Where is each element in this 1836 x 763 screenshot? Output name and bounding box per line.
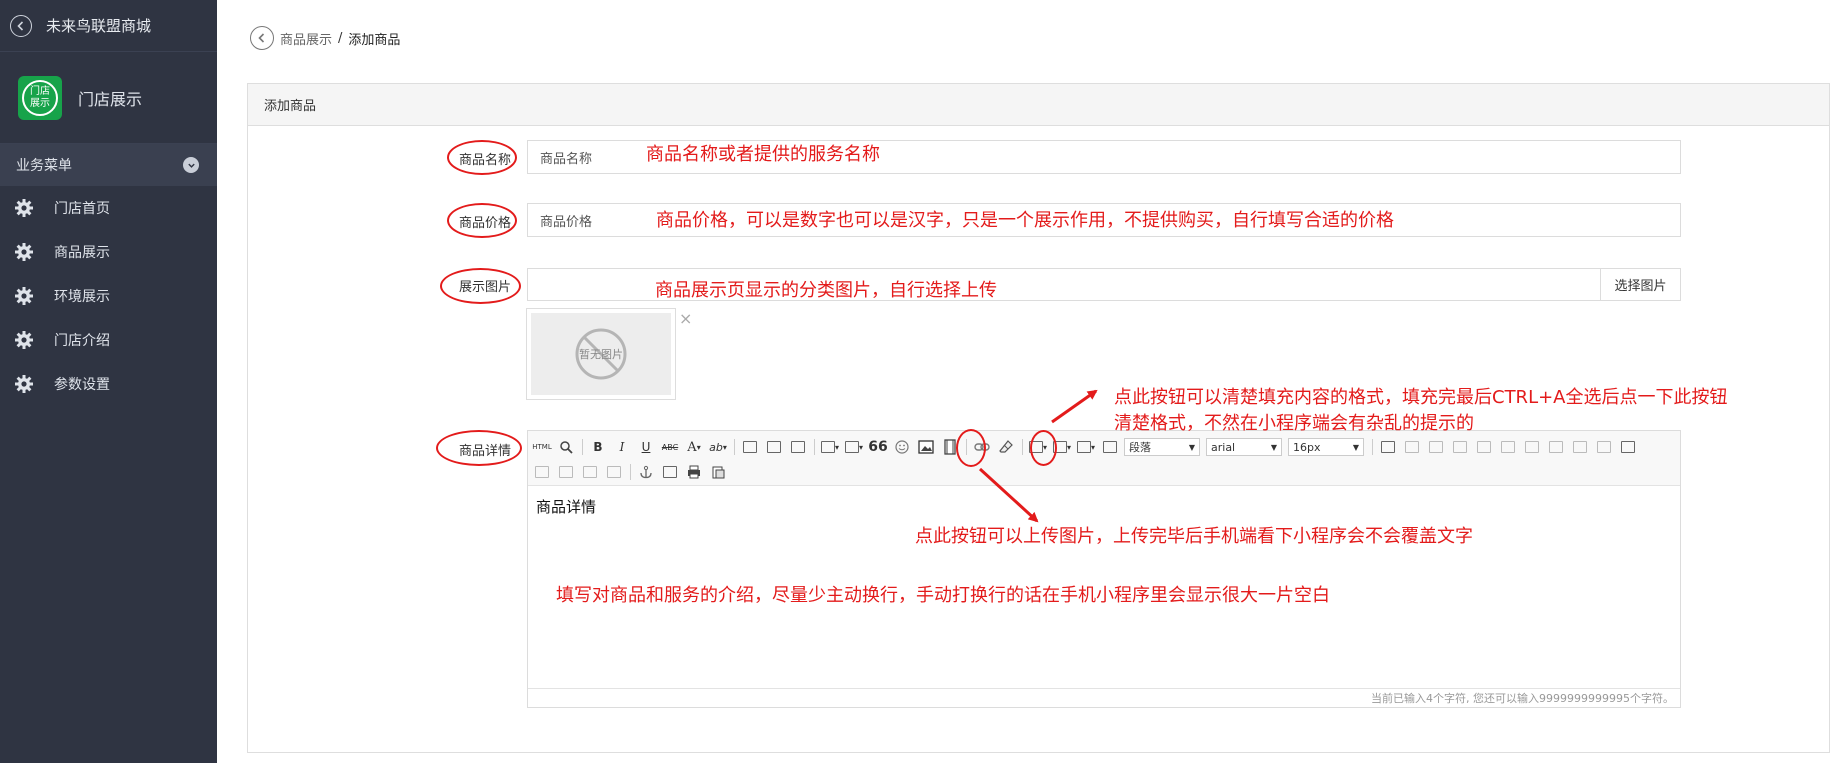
annotation-clear-format: 点此按钮可以清楚填充内容的格式，填充完最后CTRL+A全选后点一下此按钮 清楚格… [1114,385,1728,437]
annotation-clear-format-line-1: 点此按钮可以清楚填充内容的格式，填充完最后CTRL+A全选后点一下此按钮 [1114,387,1728,408]
annotation-image: 商品展示页显示的分类图片，自行选择上传 [655,280,997,301]
annotation-upload-image: 点此按钮可以上传图片，上传完毕后手机端看下小程序会不会覆盖文字 [915,526,1473,547]
annotation-clear-format-line-2: 清楚格式，不然在小程序端会有杂乱的提示的 [1114,413,1474,434]
annotation-detail: 填写对商品和服务的介绍，尽量少主动换行，手动打换行的话在手机小程序里会显示很大一… [556,585,1330,606]
arrow-to-clear-format-note [1051,389,1098,424]
annotation-arrows [978,389,1098,523]
annotation-name: 商品名称或者提供的服务名称 [646,144,880,165]
arrow-to-upload-note [978,467,1039,523]
annotation-price: 商品价格，可以是数字也可以是汉字，只是一个展示作用，不提供购买，自行填写合适的价… [656,210,1394,231]
